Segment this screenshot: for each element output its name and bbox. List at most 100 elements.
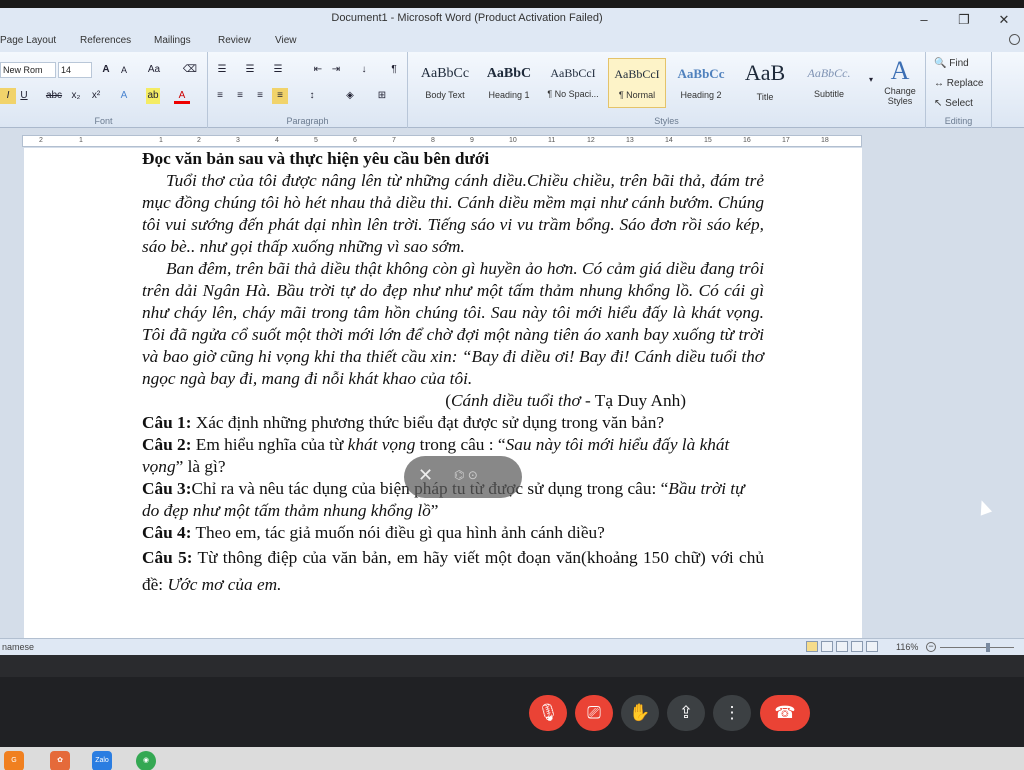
zoom-slider[interactable]: − bbox=[926, 642, 1022, 653]
question-1: Câu 1: Xác định những phương thức biểu đ… bbox=[142, 413, 665, 432]
ribbon-tabs: Page Layout References Mailings Review V… bbox=[0, 32, 1024, 52]
shrink-font-icon[interactable]: A bbox=[116, 62, 132, 78]
zoom-level[interactable]: 116% bbox=[896, 642, 918, 652]
align-left-icon[interactable]: ≡ bbox=[212, 88, 228, 104]
align-right-icon[interactable]: ≡ bbox=[252, 88, 268, 104]
subscript-button[interactable]: x₂ bbox=[68, 88, 84, 104]
strikethrough-button[interactable]: abc bbox=[44, 88, 64, 104]
styles-group: AaBbCc Body Text AaBbC Heading 1 AaBbCcI ¶ … bbox=[408, 52, 926, 128]
style-title[interactable]: AaB Title bbox=[736, 58, 794, 108]
present-button[interactable]: ⇪ bbox=[667, 695, 705, 731]
replace-button[interactable]: ↔ Replace bbox=[934, 78, 983, 89]
paragraph-2: Ban đêm, trên bãi thả diều thật không cò… bbox=[142, 259, 764, 388]
mouse-cursor-icon bbox=[975, 498, 993, 516]
italic-button[interactable]: I bbox=[0, 88, 16, 104]
mic-off-button[interactable]: 🎙 bbox=[529, 695, 567, 731]
camera-off-icon: ⎚ bbox=[587, 703, 601, 722]
hang-up-icon: ☎ bbox=[774, 703, 796, 722]
font-color-icon[interactable]: A bbox=[174, 88, 190, 104]
bullets-icon[interactable]: ☰ bbox=[214, 62, 230, 78]
taskbar: G ✿ Zalo ◉ bbox=[0, 747, 1024, 770]
full-screen-reading-icon[interactable] bbox=[821, 641, 833, 652]
draft-icon[interactable] bbox=[866, 641, 878, 652]
minimize-button[interactable]: – bbox=[904, 8, 944, 32]
source-citation: (Cánh diều tuổi thơ - Tạ Duy Anh) bbox=[445, 391, 686, 410]
change-styles-button[interactable]: A Change Styles bbox=[878, 56, 922, 106]
meeting-top-band bbox=[0, 655, 1024, 677]
line-spacing-icon[interactable]: ↕ bbox=[304, 88, 320, 104]
close-button[interactable]: ✕ bbox=[984, 8, 1024, 32]
mic-off-icon: 🎙 bbox=[537, 703, 559, 722]
print-layout-icon[interactable] bbox=[806, 641, 818, 652]
paragraph-1: Tuổi thơ của tôi được nâng lên từ những … bbox=[142, 171, 764, 256]
document-body: Đọc văn bản sau và thực hiện yêu cầu bên… bbox=[142, 148, 764, 598]
text-effects-icon[interactable]: A bbox=[116, 88, 132, 104]
styles-more-icon[interactable]: ▾ bbox=[863, 72, 879, 88]
top-band bbox=[0, 0, 1024, 8]
more-options-button[interactable]: ⋮ bbox=[713, 695, 751, 731]
font-size-box[interactable]: 14 bbox=[58, 62, 92, 78]
increase-indent-icon[interactable]: ⇥ bbox=[328, 62, 344, 78]
outline-icon[interactable] bbox=[851, 641, 863, 652]
borders-icon[interactable]: ⊞ bbox=[374, 88, 390, 104]
document-page[interactable]: Đọc văn bản sau và thực hiện yêu cầu bên… bbox=[24, 148, 862, 638]
decrease-indent-icon[interactable]: ⇤ bbox=[310, 62, 326, 78]
tab-mailings[interactable]: Mailings bbox=[154, 35, 191, 46]
style-heading-1[interactable]: AaBbC Heading 1 bbox=[480, 58, 538, 108]
taskbar-app-1-icon[interactable]: G bbox=[4, 751, 24, 770]
help-icon[interactable] bbox=[1009, 34, 1020, 45]
screen-share-overlay[interactable]: ✕ ⌬ ⊙ bbox=[404, 456, 522, 498]
multilevel-list-icon[interactable]: ☰ bbox=[270, 62, 286, 78]
question-4: Câu 4: Theo em, tác giả muốn nói điều gì… bbox=[142, 523, 605, 542]
numbering-icon[interactable]: ☰ bbox=[242, 62, 258, 78]
tab-references[interactable]: References bbox=[80, 35, 131, 46]
chrome-icon[interactable]: ◉ bbox=[136, 751, 156, 770]
style-subtitle[interactable]: AaBbCc. Subtitle bbox=[800, 58, 858, 108]
font-name-box[interactable]: New Rom bbox=[0, 62, 56, 78]
tab-view[interactable]: View bbox=[275, 35, 297, 46]
align-center-icon[interactable]: ≡ bbox=[232, 88, 248, 104]
tab-page-layout[interactable]: Page Layout bbox=[0, 35, 56, 46]
maximize-button[interactable]: ❐ bbox=[944, 8, 984, 32]
underline-button[interactable]: U bbox=[16, 88, 32, 104]
raise-hand-button[interactable]: ✋ bbox=[621, 695, 659, 731]
font-group: New Rom 14 A A Aa ⌫ I U abc x₂ x² A ab A… bbox=[0, 52, 208, 128]
close-overlay-icon[interactable]: ✕ bbox=[418, 465, 433, 486]
grow-font-icon[interactable]: A bbox=[98, 62, 114, 78]
zoom-thumb[interactable] bbox=[986, 643, 990, 652]
camera-off-button[interactable]: ⎚ bbox=[575, 695, 613, 731]
tab-review[interactable]: Review bbox=[218, 35, 251, 46]
meeting-controls-bar: 🎙 ⎚ ✋ ⇪ ⋮ ☎ bbox=[0, 655, 1024, 747]
style-heading-2[interactable]: AaBbCc Heading 2 bbox=[672, 58, 730, 108]
more-vert-icon: ⋮ bbox=[723, 703, 741, 722]
question-5: Câu 5: Từ thông điệp của văn bản, em hãy… bbox=[142, 548, 764, 594]
paragraph-group-label: Paragraph bbox=[286, 116, 329, 126]
zalo-icon[interactable]: Zalo bbox=[92, 751, 112, 770]
justify-icon[interactable]: ≡ bbox=[272, 88, 288, 104]
style-no-spacing[interactable]: AaBbCcI ¶ No Spaci... bbox=[544, 58, 602, 108]
word-window: Document1 - Microsoft Word (Product Acti… bbox=[0, 0, 1024, 655]
paragraph-group: ☰ ☰ ☰ ⇤ ⇥ ↓ ¶ ≡ ≡ ≡ ≡ ↕ ◈ ⊞ Paragraph bbox=[208, 52, 408, 128]
superscript-button[interactable]: x² bbox=[88, 88, 104, 104]
zoom-out-icon[interactable]: − bbox=[926, 642, 936, 652]
horizontal-ruler[interactable]: 2 1 1 2 3 4 5 6 7 8 9 10 11 12 13 14 15 … bbox=[22, 135, 862, 147]
view-buttons bbox=[806, 641, 878, 652]
hand-icon: ✋ bbox=[629, 703, 651, 722]
change-case-icon[interactable]: Aa bbox=[146, 62, 162, 78]
clear-format-icon[interactable]: ⌫ bbox=[182, 62, 198, 78]
select-button[interactable]: ↖ Select bbox=[934, 98, 973, 109]
highlight-icon[interactable]: ab bbox=[146, 88, 160, 104]
shading-icon[interactable]: ◈ bbox=[342, 88, 358, 104]
style-normal[interactable]: AaBbCcI ¶ Normal bbox=[608, 58, 666, 108]
title-bar: Document1 - Microsoft Word (Product Acti… bbox=[0, 8, 1024, 32]
taskbar-app-2-icon[interactable]: ✿ bbox=[50, 751, 70, 770]
document-heading: Đọc văn bản sau và thực hiện yêu cầu bên… bbox=[142, 149, 490, 168]
end-call-button[interactable]: ☎ bbox=[760, 695, 810, 731]
sort-icon[interactable]: ↓ bbox=[356, 62, 372, 78]
overlay-logo-icon: ⌬ ⊙ bbox=[454, 468, 478, 482]
web-layout-icon[interactable] bbox=[836, 641, 848, 652]
style-body-text[interactable]: AaBbCc Body Text bbox=[416, 58, 474, 108]
pilcrow-icon[interactable]: ¶ bbox=[386, 62, 402, 78]
find-button[interactable]: 🔍 Find bbox=[934, 58, 969, 69]
language-indicator[interactable]: namese bbox=[2, 642, 34, 652]
